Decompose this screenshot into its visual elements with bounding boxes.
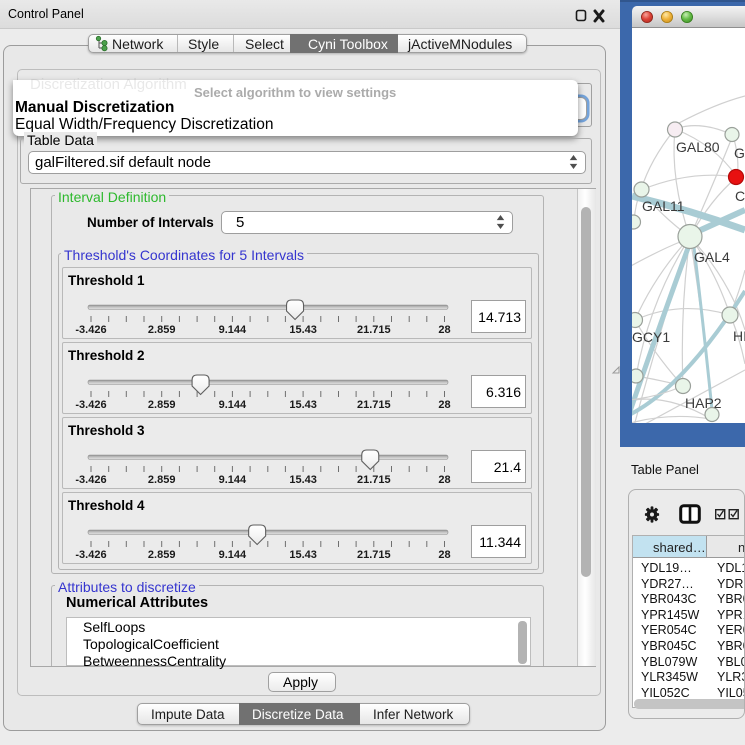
- svg-text:28: 28: [438, 324, 450, 336]
- svg-text:15.43: 15.43: [289, 549, 317, 561]
- svg-text:2.859: 2.859: [148, 549, 176, 561]
- svg-text:21.715: 21.715: [357, 324, 391, 336]
- svg-text:2.859: 2.859: [148, 324, 176, 336]
- svg-text:15.43: 15.43: [289, 399, 317, 411]
- svg-text:28: 28: [438, 549, 450, 561]
- svg-text:GAL..: GAL..: [734, 145, 745, 161]
- svg-text:15.43: 15.43: [289, 324, 317, 336]
- svg-text:21.715: 21.715: [357, 474, 391, 486]
- svg-text:15.43: 15.43: [289, 474, 317, 486]
- svg-text:9.144: 9.144: [219, 549, 247, 561]
- svg-text:-3.426: -3.426: [75, 399, 106, 411]
- svg-text:9.144: 9.144: [219, 474, 247, 486]
- svg-text:21.715: 21.715: [357, 549, 391, 561]
- svg-text:9.144: 9.144: [219, 399, 247, 411]
- svg-text:28: 28: [438, 399, 450, 411]
- svg-text:-3.426: -3.426: [75, 549, 106, 561]
- svg-text:-3.426: -3.426: [75, 324, 106, 336]
- svg-text:HIS4: HIS4: [733, 328, 745, 344]
- svg-text:28: 28: [438, 474, 450, 486]
- svg-text:21.715: 21.715: [357, 399, 391, 411]
- svg-text:GAL80: GAL80: [676, 139, 720, 155]
- svg-text:GAL4: GAL4: [694, 249, 730, 265]
- svg-text:2.859: 2.859: [148, 474, 176, 486]
- svg-text:HAP2: HAP2: [685, 395, 722, 411]
- svg-text:GCY1: GCY1: [632, 329, 670, 345]
- svg-text:CO: CO: [735, 188, 745, 204]
- svg-text:9.144: 9.144: [219, 324, 247, 336]
- svg-text:GAL11: GAL11: [642, 198, 685, 214]
- svg-text:2.859: 2.859: [148, 399, 176, 411]
- svg-text:-3.426: -3.426: [75, 474, 106, 486]
